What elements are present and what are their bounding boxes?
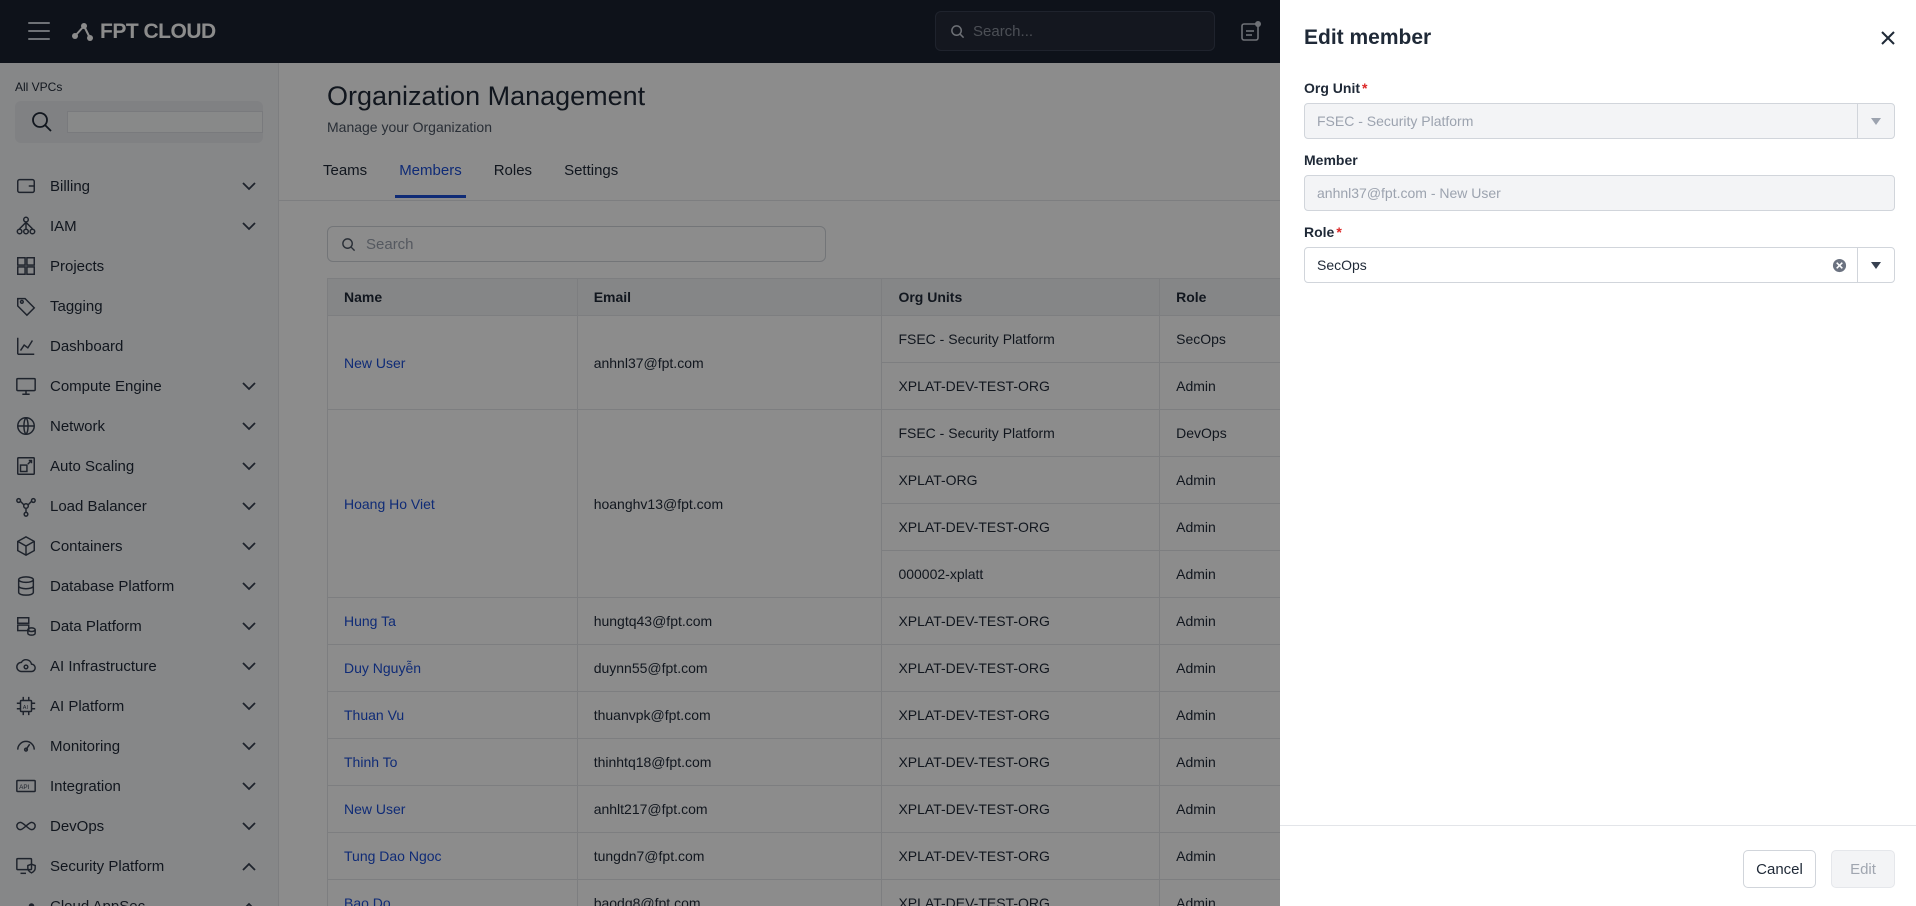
org-unit-select: FSEC - Security Platform <box>1304 103 1895 139</box>
org-unit-value: FSEC - Security Platform <box>1317 113 1474 129</box>
role-label: Role * <box>1304 224 1342 240</box>
cancel-button[interactable]: Cancel <box>1743 850 1816 888</box>
required-mark: * <box>1362 80 1368 96</box>
required-mark: * <box>1336 224 1342 240</box>
edit-button[interactable]: Edit <box>1831 850 1895 888</box>
edit-member-drawer: Edit member Org Unit * FSEC - Security Pl… <box>1280 0 1916 906</box>
member-field: anhnl37@fpt.com - New User <box>1304 175 1895 211</box>
drawer-footer-divider <box>1280 825 1916 826</box>
chevron-down-icon <box>1871 261 1881 269</box>
modal-backdrop[interactable] <box>0 0 1280 906</box>
org-unit-label: Org Unit * <box>1304 80 1367 96</box>
org-unit-dropdown-arrow <box>1857 104 1894 138</box>
chevron-down-icon <box>1871 117 1881 125</box>
member-label: Member <box>1304 152 1358 168</box>
clear-icon[interactable] <box>1832 258 1847 273</box>
close-icon[interactable] <box>1878 28 1898 48</box>
org-unit-label-text: Org Unit <box>1304 80 1360 96</box>
drawer-title: Edit member <box>1304 26 1432 49</box>
role-dropdown-arrow[interactable] <box>1857 248 1894 282</box>
role-value: SecOps <box>1317 257 1367 273</box>
role-label-text: Role <box>1304 224 1335 240</box>
role-select[interactable]: SecOps <box>1304 247 1895 283</box>
member-value: anhnl37@fpt.com - New User <box>1317 185 1501 201</box>
